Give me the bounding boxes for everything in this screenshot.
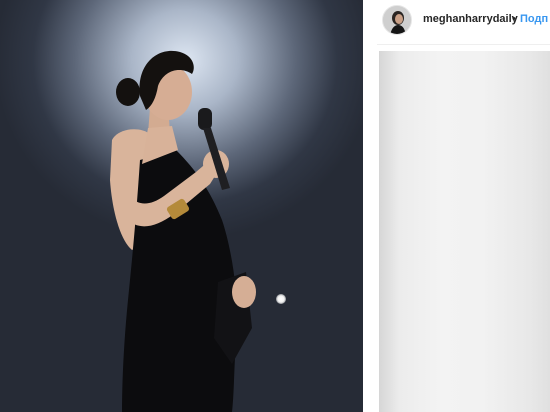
header-divider <box>377 44 550 45</box>
post-header: meghanharrydaily • Подп <box>377 0 550 44</box>
comments-placeholder <box>379 51 550 412</box>
username-link[interactable]: meghanharrydaily <box>423 13 518 25</box>
follow-button[interactable]: Подп <box>520 13 548 25</box>
stage-figure <box>110 50 256 412</box>
stage-light <box>276 294 286 304</box>
profile-avatar-icon[interactable] <box>382 5 412 35</box>
separator-dot: • <box>512 13 516 25</box>
column-separator <box>363 0 366 412</box>
post-photo[interactable] <box>0 0 363 412</box>
